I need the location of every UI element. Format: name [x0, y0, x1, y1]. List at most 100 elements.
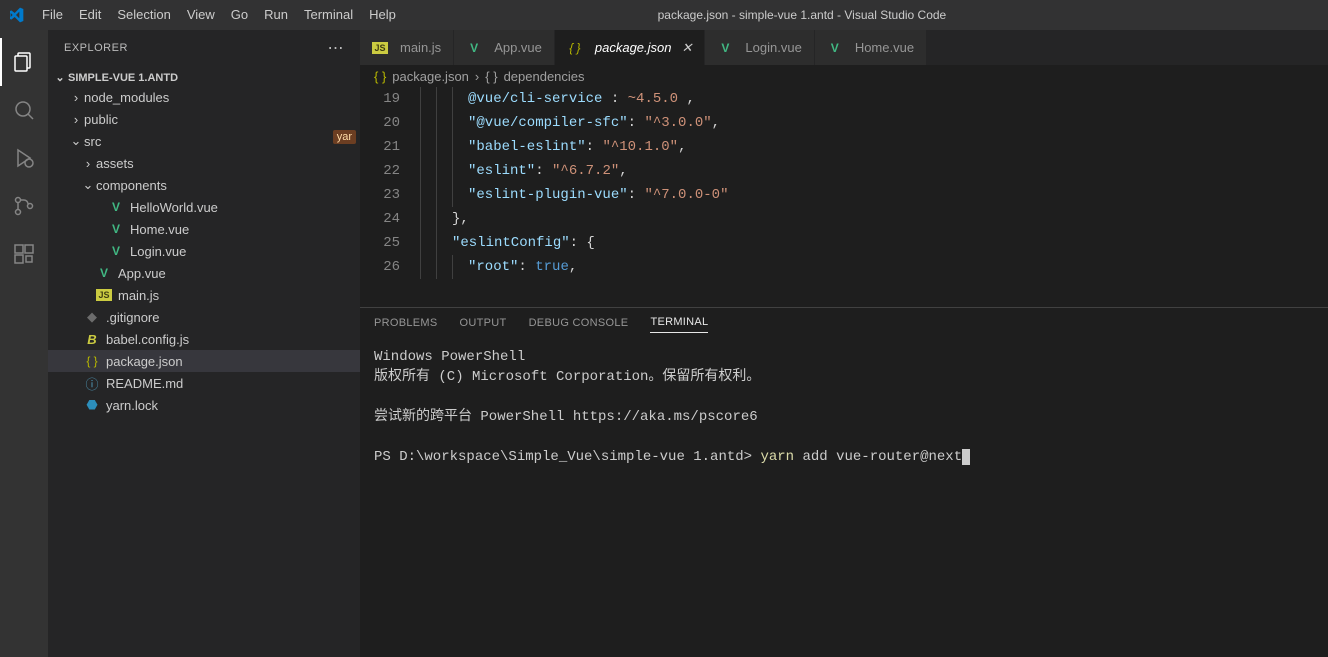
tree-item-label: .gitignore — [106, 310, 159, 325]
tree-item-label: components — [96, 178, 167, 193]
search-icon[interactable] — [0, 86, 48, 134]
code-editor[interactable]: 1920212223242526 @vue/cli-service : ~4.5… — [360, 87, 1328, 307]
tree-item-label: package.json — [106, 354, 183, 369]
tree-item-label: babel.config.js — [106, 332, 189, 347]
terminal-prompt-line[interactable]: PS D:\workspace\Simple_Vue\simple-vue 1.… — [374, 447, 1314, 467]
editor-tab[interactable]: V Login.vue — [705, 30, 814, 65]
menu-edit[interactable]: Edit — [71, 0, 109, 30]
tree-folder[interactable]: ⌄src — [48, 130, 360, 152]
vue-file-icon: V — [827, 41, 843, 55]
menu-view[interactable]: View — [179, 0, 223, 30]
tree-file[interactable]: { } package.json — [48, 350, 360, 372]
panel-tab-output[interactable]: OUTPUT — [460, 317, 507, 333]
titlebar: File Edit Selection View Go Run Terminal… — [0, 0, 1328, 30]
close-icon[interactable]: ✕ — [682, 40, 693, 56]
chevron-right-icon: › — [80, 156, 96, 171]
tree-item-label: Home.vue — [130, 222, 189, 237]
tab-label: main.js — [400, 40, 441, 55]
tree-item-label: src — [84, 134, 101, 149]
json-file-icon: { } — [84, 354, 100, 368]
tab-label: Login.vue — [745, 40, 801, 55]
tree-item-label: node_modules — [84, 90, 169, 105]
sidebar-more-icon[interactable]: ⋯ — [328, 38, 345, 58]
editor-tab[interactable]: { } package.json ✕ — [555, 30, 706, 65]
tree-file[interactable]: ⓘREADME.md — [48, 372, 360, 394]
menu-file[interactable]: File — [34, 0, 71, 30]
json-braces-icon: { } — [374, 69, 386, 84]
babel-file-icon: B — [84, 332, 100, 347]
terminal-line: Windows PowerShell — [374, 347, 1314, 367]
tree-item-label: assets — [96, 156, 134, 171]
menu-go[interactable]: Go — [223, 0, 256, 30]
chevron-right-icon: › — [68, 90, 84, 105]
run-debug-icon[interactable] — [0, 134, 48, 182]
explorer-icon[interactable] — [0, 38, 48, 86]
tree-item-label: yarn.lock — [106, 398, 158, 413]
menu-terminal[interactable]: Terminal — [296, 0, 361, 30]
sidebar-explorer: EXPLORER ⋯ ⌄ SIMPLE-VUE 1.ANTD ›node_mod… — [48, 30, 360, 657]
git-file-icon: ◆ — [84, 309, 100, 325]
tree-file[interactable]: VHome.vue — [48, 218, 360, 240]
tab-label: Home.vue — [855, 40, 914, 55]
breadcrumb-symbol: dependencies — [504, 69, 585, 84]
tree-item-label: HelloWorld.vue — [130, 200, 218, 215]
tree-folder[interactable]: ⌄components — [48, 174, 360, 196]
editor-area: JS main.js V App.vue { } package.json ✕ V Login.… — [360, 30, 1328, 657]
yar-badge: yar — [333, 130, 356, 144]
panel-tabs: PROBLEMS OUTPUT DEBUG CONSOLE TERMINAL — [360, 308, 1328, 341]
vscode-logo-icon — [8, 7, 24, 23]
sidebar-header: EXPLORER ⋯ — [48, 30, 360, 65]
tree-file[interactable]: VLogin.vue — [48, 240, 360, 262]
vue-file-icon: V — [717, 41, 733, 55]
terminal-cursor — [962, 449, 970, 465]
menu-run[interactable]: Run — [256, 0, 296, 30]
activity-bar — [0, 30, 48, 657]
sidebar-title: EXPLORER — [64, 42, 128, 54]
chevron-right-icon: › — [68, 112, 84, 127]
panel-tab-debug-console[interactable]: DEBUG CONSOLE — [529, 317, 629, 333]
tree-folder[interactable]: ›public — [48, 108, 360, 130]
tree-file[interactable]: V HelloWorld.vue — [48, 196, 360, 218]
editor-tab[interactable]: V App.vue — [454, 30, 555, 65]
tree-file[interactable]: Bbabel.config.js — [48, 328, 360, 350]
window-title: package.json - simple-vue 1.antd - Visua… — [404, 8, 1200, 22]
tree-file[interactable]: ◆ .gitignore — [48, 306, 360, 328]
js-file-icon: JS — [96, 289, 112, 301]
vue-file-icon: V — [108, 200, 124, 214]
editor-tabs: JS main.js V App.vue { } package.json ✕ V Login.… — [360, 30, 1328, 65]
editor-tab[interactable]: JS main.js — [360, 30, 454, 65]
chevron-down-icon: ⌄ — [52, 71, 68, 84]
tree-file[interactable]: ⬣yarn.lock — [48, 394, 360, 416]
tree-file[interactable]: JSmain.js — [48, 284, 360, 306]
tree-root-label: SIMPLE-VUE 1.ANTD — [68, 72, 178, 84]
panel-tab-terminal[interactable]: TERMINAL — [650, 316, 708, 333]
tree-file[interactable]: VApp.vue — [48, 262, 360, 284]
extensions-icon[interactable] — [0, 230, 48, 278]
menu-help[interactable]: Help — [361, 0, 404, 30]
vue-file-icon: V — [466, 41, 482, 55]
code-body[interactable]: @vue/cli-service : ~4.5.0 ,"@vue/compile… — [420, 87, 1328, 307]
editor-tab[interactable]: V Home.vue — [815, 30, 927, 65]
file-tree: ⌄ SIMPLE-VUE 1.ANTD ›node_modules›public… — [48, 65, 360, 657]
tab-label: App.vue — [494, 40, 542, 55]
tab-label: package.json — [595, 40, 672, 55]
chevron-right-icon: › — [475, 69, 479, 84]
json-braces-icon: { } — [485, 69, 497, 84]
terminal[interactable]: Windows PowerShell版权所有 (C) Microsoft Cor… — [360, 341, 1328, 657]
source-control-icon[interactable] — [0, 182, 48, 230]
tree-item-label: Login.vue — [130, 244, 186, 259]
bottom-panel: PROBLEMS OUTPUT DEBUG CONSOLE TERMINAL Wind… — [360, 307, 1328, 657]
panel-tab-problems[interactable]: PROBLEMS — [374, 317, 438, 333]
breadcrumb[interactable]: { } package.json › { } dependencies — [360, 65, 1328, 87]
chevron-down-icon: ⌄ — [68, 133, 84, 149]
info-file-icon: ⓘ — [84, 374, 100, 393]
menu-selection[interactable]: Selection — [109, 0, 178, 30]
chevron-down-icon: ⌄ — [80, 177, 96, 193]
tree-item-label: public — [84, 112, 118, 127]
tree-folder[interactable]: ›assets — [48, 152, 360, 174]
tree-root[interactable]: ⌄ SIMPLE-VUE 1.ANTD — [48, 69, 360, 86]
json-file-icon: { } — [567, 41, 583, 55]
js-file-icon: JS — [372, 42, 388, 54]
tree-folder[interactable]: ›node_modules — [48, 86, 360, 108]
terminal-line: 尝试新的跨平台 PowerShell https://aka.ms/pscore… — [374, 407, 1314, 427]
